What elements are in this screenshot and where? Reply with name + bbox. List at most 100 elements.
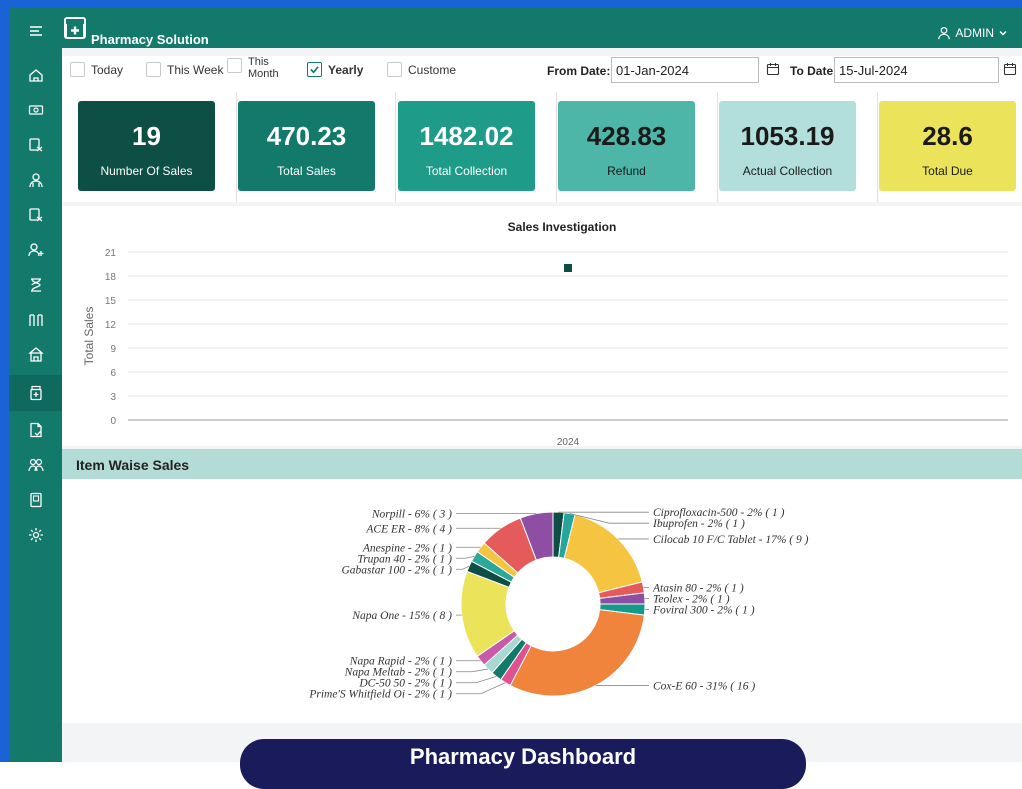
stat-value: 470.23 [266, 121, 347, 151]
prescription-icon [28, 138, 42, 152]
user-menu[interactable]: ADMIN [937, 26, 1008, 40]
group-icon [27, 458, 44, 472]
stat-label: Total Collection [425, 164, 508, 178]
stat-label: Refund [607, 164, 646, 178]
checkbox-checked[interactable] [307, 62, 322, 77]
slice-label: Ibuprofen - 2% ( 1 ) [652, 518, 745, 530]
y-tick-label: 6 [110, 368, 116, 379]
sidebar-item-document[interactable] [9, 415, 62, 445]
chevron-down-icon [999, 31, 1007, 36]
stat-label: Total Sales [277, 164, 336, 178]
checkbox[interactable] [146, 62, 161, 77]
checkbox[interactable] [387, 62, 402, 77]
chart-title: Sales Investigation [508, 220, 617, 234]
sidebar [9, 8, 62, 762]
sidebar-item-hourglass[interactable] [9, 270, 62, 300]
app-title: Pharmacy Solution [91, 32, 209, 47]
leader-line [456, 682, 506, 695]
data-point [564, 264, 572, 272]
filter-label-line2: Month [248, 68, 279, 80]
y-tick-label: 0 [110, 416, 116, 427]
sidebar-item-settings[interactable] [9, 520, 62, 550]
x-tick-label: 2024 [557, 437, 580, 446]
filter-label: Yearly [328, 62, 364, 77]
sales-investigation-panel: Sales Investigation 0 3 6 9 12 15 18 21 Total Sal… [62, 206, 1022, 448]
item-sales-panel: Ciprofloxacin-500 - 2% ( 1 ) Ibuprofen - … [62, 479, 1022, 723]
y-axis-label: Total Sales [82, 307, 96, 366]
sales-investigation-chart: Sales Investigation 0 3 6 9 12 15 18 21 Total Sal… [82, 220, 1008, 448]
item-sales-donut-chart: Ciprofloxacin-500 - 2% ( 1 )Ibuprofen - … [308, 507, 809, 701]
cash-icon [28, 105, 43, 115]
calendar-icon[interactable] [1003, 62, 1017, 76]
slice-label: Prime'S Whitfield Oi - 2% ( 1 ) [308, 689, 452, 701]
item-sales-header: Item Waise Sales [62, 449, 1022, 479]
filter-label: This Month [248, 56, 279, 80]
slice-label: Norpill - 6% ( 3 ) [371, 509, 452, 521]
from-date-label: From Date: [547, 64, 611, 78]
home-icon [28, 69, 43, 82]
menu-toggle-button[interactable] [9, 16, 62, 46]
card-divider [717, 92, 718, 202]
sidebar-item-users[interactable] [9, 165, 62, 195]
stat-value: 1482.02 [419, 121, 514, 151]
add-user-icon [27, 243, 43, 257]
users-icon [28, 173, 43, 188]
sidebar-item-medicine[interactable] [9, 375, 62, 411]
slice-label: Cox-E 60 - 31% ( 16 ) [653, 680, 755, 692]
sidebar-item-columns[interactable] [9, 305, 62, 335]
checkbox[interactable] [227, 57, 242, 73]
screen-frame: Pharmacy Solution ADMIN Today This Week … [0, 0, 1022, 789]
filter-label: Custome [408, 62, 457, 77]
stat-card-number-of-sales: 19 Number Of Sales [78, 101, 215, 191]
sidebar-item-home[interactable] [9, 60, 62, 90]
sidebar-item-group[interactable] [9, 450, 62, 480]
sidebar-item-add-user[interactable] [9, 235, 62, 265]
calendar-icon[interactable] [766, 62, 780, 76]
stat-label: Actual Collection [742, 164, 833, 178]
settings-icon [28, 528, 43, 542]
filter-label-line1: This [248, 56, 269, 68]
stat-value: 19 [132, 121, 161, 151]
filter-custome[interactable]: Custome [387, 62, 456, 77]
to-date-label: To Date: [790, 64, 838, 78]
to-date-field[interactable]: 15-Jul-2024 [834, 57, 999, 83]
pharmacy-logo [64, 17, 86, 39]
from-date-field[interactable]: 01-Jan-2024 [611, 57, 759, 83]
prescription-icon [28, 208, 42, 222]
y-tick-label: 3 [110, 392, 116, 403]
user-icon [938, 26, 951, 40]
slice-label: Napa One - 15% ( 8 ) [351, 610, 452, 622]
filter-today[interactable]: Today [70, 62, 123, 77]
sidebar-item-prescription-2[interactable] [9, 200, 62, 230]
card-divider [877, 92, 878, 202]
filter-this-week[interactable]: This Week [146, 62, 223, 77]
sidebar-item-panel[interactable] [9, 485, 62, 515]
stat-value: 428.83 [586, 121, 667, 151]
stat-value: 1053.19 [740, 121, 835, 151]
filter-yearly[interactable]: Yearly [307, 62, 363, 77]
app-window: Pharmacy Solution ADMIN Today This Week … [9, 8, 1022, 762]
slice-label: Cilocab 10 F/C Tablet - 17% ( 9 ) [653, 534, 809, 546]
item-sales-title: Item Waise Sales [76, 457, 190, 473]
y-tick-label: 21 [105, 248, 117, 259]
slice-label: Gabastar 100 - 2% ( 1 ) [341, 564, 452, 576]
filter-bar: Today This Week This Month Yearly Custome… [62, 56, 1022, 92]
card-divider [395, 92, 396, 202]
sidebar-item-building[interactable] [9, 340, 62, 370]
dashboard-banner: Pharmacy Dashboard [240, 739, 806, 789]
stat-card-refund: 428.83 Refund [558, 101, 695, 191]
menu-icon [29, 26, 42, 36]
y-tick-label: 9 [110, 344, 116, 355]
filter-this-month[interactable]: This Month [227, 56, 279, 80]
checkmark-icon [310, 66, 319, 74]
panel-icon [29, 492, 42, 508]
checkbox[interactable] [70, 62, 85, 77]
building-icon [27, 347, 44, 362]
slice-label: ACE ER - 8% ( 4 ) [365, 523, 452, 535]
top-bar: Pharmacy Solution ADMIN [62, 8, 1022, 48]
leader-line [456, 668, 489, 673]
document-icon [29, 422, 42, 438]
stat-card-total-due: 28.6 Total Due [879, 101, 1016, 191]
sidebar-item-cash[interactable] [9, 95, 62, 125]
sidebar-item-prescription[interactable] [9, 130, 62, 160]
